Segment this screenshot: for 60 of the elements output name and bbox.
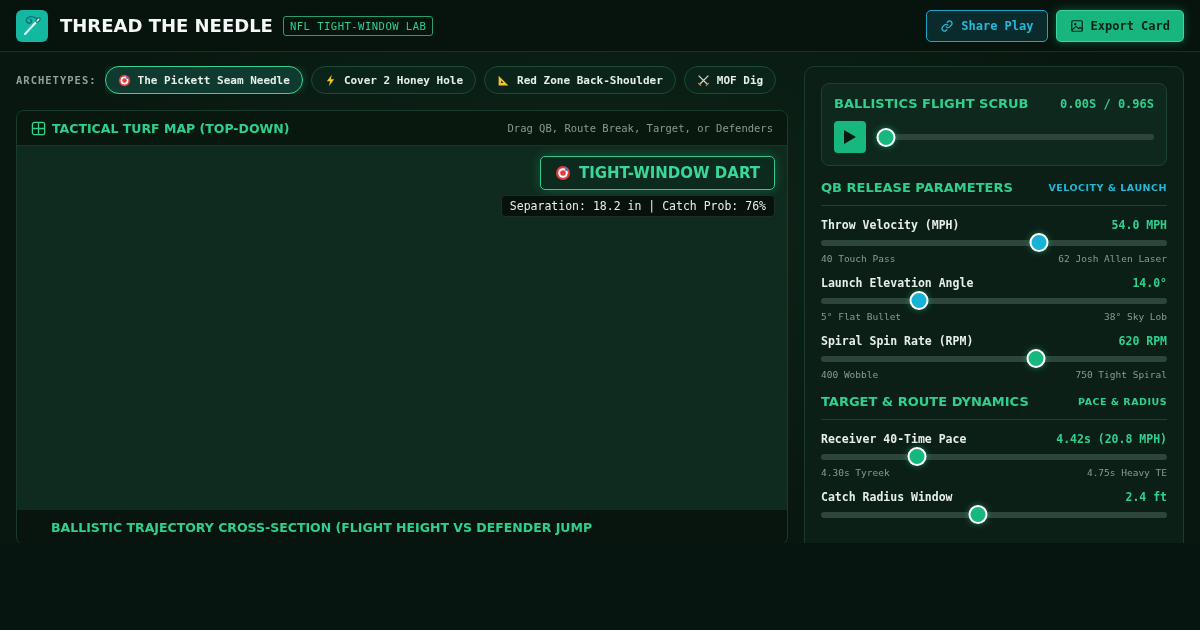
- archetype-chip[interactable]: The Pickett Seam Needle: [104, 66, 303, 94]
- needle-logo-icon: [16, 9, 48, 42]
- slider-min-label: 400 Wobble: [821, 369, 879, 380]
- slider-max-label: 62 Josh Allen Laser: [1058, 253, 1167, 264]
- triangle-ruler-icon: [497, 73, 511, 87]
- parameter-slider[interactable]: [821, 505, 1167, 524]
- section-title: TARGET & ROUTE DYNAMICS: [821, 394, 1029, 409]
- slider-min-label: 40 Touch Pass: [821, 253, 896, 264]
- image-icon: [1069, 18, 1084, 33]
- slider-thumb[interactable]: [876, 127, 895, 147]
- grid-icon: [31, 120, 46, 136]
- slider-max-label: 4.75s Heavy TE: [1086, 467, 1167, 478]
- parameter-reading: 54.0 MPH: [1111, 218, 1167, 232]
- trajectory-title: BALLISTIC TRAJECTORY CROSS-SECTION (FLIGHT HEIGHT VS DEFENDER JUMP: [51, 519, 593, 535]
- slider-thumb[interactable]: [968, 505, 988, 524]
- turf-map-hint: Drag QB, Route Break, Target, or Defenders: [507, 122, 773, 134]
- target-icon: [117, 73, 131, 87]
- slider-min-label: 5° Flat Bullet: [821, 311, 902, 322]
- verdict-badge: TIGHT-WINDOW DART: [539, 156, 775, 190]
- scrub-time: 0.00S / 0.96S: [1060, 96, 1154, 111]
- parameter-label: Throw Velocity (MPH): [821, 218, 960, 232]
- slider-thumb[interactable]: [1029, 233, 1049, 252]
- parameter-reading: 14.0°: [1132, 276, 1167, 290]
- parameter-slider[interactable]: [821, 447, 1167, 466]
- slider-thumb[interactable]: [909, 291, 929, 310]
- archetypes-label: ARCHETYPES:: [16, 74, 97, 86]
- parameter-label: Catch Radius Window: [821, 490, 953, 504]
- archetype-chip[interactable]: Red Zone Back-Shoulder: [484, 66, 676, 94]
- archetype-chip[interactable]: MOF Dig: [683, 66, 777, 94]
- slider-thumb[interactable]: [1026, 349, 1045, 368]
- section-tag: VELOCITY & LAUNCH: [1048, 182, 1167, 193]
- parameter-slider[interactable]: [821, 349, 1167, 368]
- target-icon: [554, 165, 571, 181]
- separation-stats: Separation: 18.2 in | Catch Prob: 76%: [500, 195, 775, 217]
- parameter-slider[interactable]: [821, 291, 1167, 310]
- parameter-label: Receiver 40-Time Pace: [821, 432, 967, 446]
- parameter-reading: 2.4 ft: [1125, 490, 1167, 504]
- share-button[interactable]: Share Play: [926, 9, 1048, 42]
- parameter-reading: 620 RPM: [1118, 334, 1167, 348]
- slider-max-label: 750 Tight Spiral: [1075, 369, 1167, 380]
- parameter-slider[interactable]: [821, 233, 1167, 252]
- play-icon: [844, 130, 856, 144]
- turf-map-title: TACTICAL TURF MAP (TOP-DOWN): [52, 120, 290, 136]
- archetype-chip[interactable]: Cover 2 Honey Hole: [310, 66, 477, 94]
- crossed-swords-icon: [696, 73, 710, 87]
- parameter-label: Spiral Spin Rate (RPM): [821, 334, 974, 348]
- scrub-title: BALLISTICS FLIGHT SCRUB: [834, 96, 1029, 111]
- app-badge: NFL TIGHT-WINDOW LAB: [282, 15, 434, 36]
- slider-min-label: 4.30s Tyreek: [821, 467, 890, 478]
- parameter-reading: 4.42s (20.8 MPH): [1056, 432, 1167, 446]
- app-title: THREAD THE NEEDLE: [60, 15, 273, 36]
- parameter-label: Launch Elevation Angle: [821, 276, 974, 290]
- play-button[interactable]: [834, 121, 866, 153]
- scrub-slider[interactable]: [876, 127, 1154, 147]
- export-button[interactable]: Export Card: [1055, 9, 1184, 42]
- link-icon: [940, 18, 955, 33]
- slider-thumb[interactable]: [907, 447, 927, 466]
- section-tag: PACE & RADIUS: [1078, 396, 1167, 407]
- slider-max-label: 38° Sky Lob: [1104, 311, 1167, 322]
- section-title: QB RELEASE PARAMETERS: [821, 180, 1013, 195]
